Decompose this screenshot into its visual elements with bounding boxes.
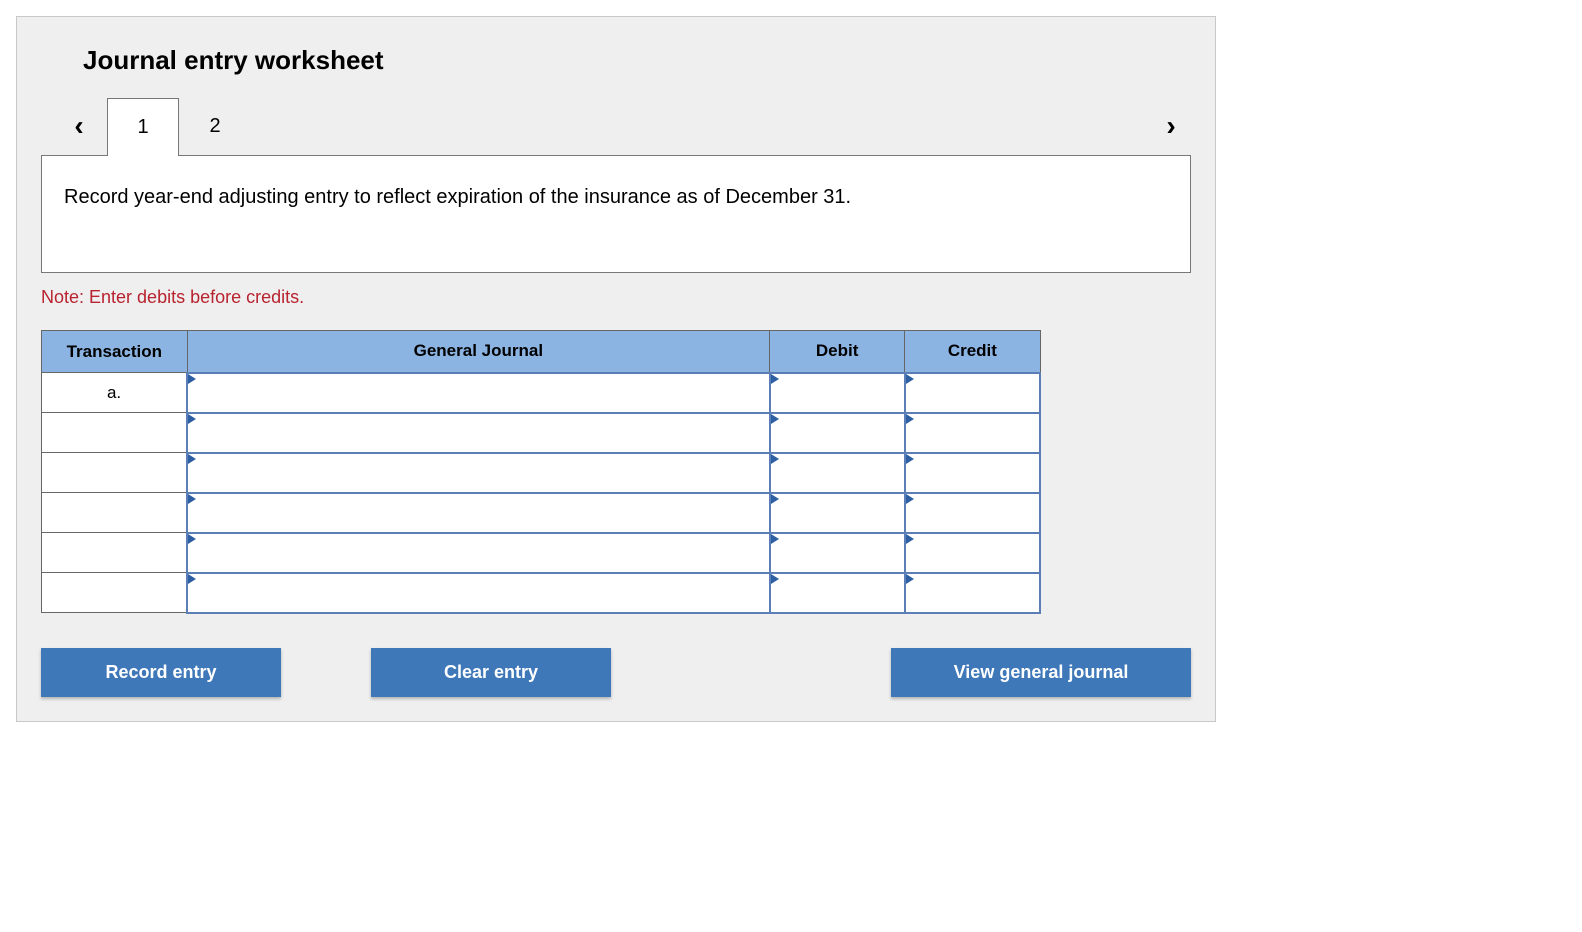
- dropdown-handle-icon: [188, 454, 196, 464]
- prev-arrow-icon[interactable]: ‹: [59, 96, 99, 156]
- dropdown-handle-icon: [771, 534, 779, 544]
- table-row: a.: [42, 373, 1041, 413]
- cell-transaction: [42, 413, 188, 453]
- dropdown-handle-icon: [906, 534, 914, 544]
- worksheet-title: Journal entry worksheet: [83, 45, 1191, 76]
- entry-description: Record year-end adjusting entry to refle…: [41, 155, 1191, 273]
- dropdown-handle-icon: [771, 454, 779, 464]
- dropdown-handle-icon: [906, 454, 914, 464]
- cell-credit[interactable]: [905, 533, 1040, 573]
- header-debit: Debit: [770, 331, 905, 373]
- header-credit: Credit: [905, 331, 1040, 373]
- cell-credit[interactable]: [905, 453, 1040, 493]
- cell-credit[interactable]: [905, 413, 1040, 453]
- cell-debit[interactable]: [770, 533, 905, 573]
- cell-general-journal[interactable]: [187, 533, 769, 573]
- dropdown-handle-icon: [188, 414, 196, 424]
- dropdown-handle-icon: [906, 574, 914, 584]
- cell-debit[interactable]: [770, 413, 905, 453]
- dropdown-handle-icon: [188, 534, 196, 544]
- dropdown-handle-icon: [906, 374, 914, 384]
- table-header-row: Transaction General Journal Debit Credit: [42, 331, 1041, 373]
- table-row: [42, 533, 1041, 573]
- cell-debit[interactable]: [770, 493, 905, 533]
- tab-2[interactable]: 2: [179, 97, 251, 155]
- dropdown-handle-icon: [771, 574, 779, 584]
- journal-entry-worksheet: Journal entry worksheet ‹ 1 2 › Record y…: [16, 16, 1216, 722]
- table-row: [42, 493, 1041, 533]
- cell-general-journal[interactable]: [187, 413, 769, 453]
- next-arrow-icon[interactable]: ›: [1151, 96, 1191, 156]
- dropdown-handle-icon: [771, 494, 779, 504]
- journal-table: Transaction General Journal Debit Credit…: [41, 330, 1041, 614]
- cell-transaction: a.: [42, 373, 188, 413]
- cell-credit[interactable]: [905, 493, 1040, 533]
- dropdown-handle-icon: [188, 574, 196, 584]
- tab-1[interactable]: 1: [107, 98, 179, 156]
- cell-credit[interactable]: [905, 373, 1040, 413]
- tab-row: ‹ 1 2 ›: [41, 96, 1191, 156]
- cell-transaction: [42, 493, 188, 533]
- cell-transaction: [42, 453, 188, 493]
- dropdown-handle-icon: [906, 494, 914, 504]
- cell-debit[interactable]: [770, 573, 905, 613]
- note-text: Note: Enter debits before credits.: [41, 287, 1191, 308]
- cell-transaction: [42, 573, 188, 613]
- table-row: [42, 413, 1041, 453]
- dropdown-handle-icon: [771, 414, 779, 424]
- button-row: Record entry Clear entry View general jo…: [41, 648, 1191, 697]
- table-row: [42, 453, 1041, 493]
- dropdown-handle-icon: [188, 374, 196, 384]
- cell-credit[interactable]: [905, 573, 1040, 613]
- header-general-journal: General Journal: [187, 331, 769, 373]
- cell-debit[interactable]: [770, 453, 905, 493]
- cell-general-journal[interactable]: [187, 373, 769, 413]
- cell-general-journal[interactable]: [187, 453, 769, 493]
- view-general-journal-button[interactable]: View general journal: [891, 648, 1191, 697]
- cell-general-journal[interactable]: [187, 573, 769, 613]
- dropdown-handle-icon: [771, 374, 779, 384]
- header-transaction: Transaction: [42, 331, 188, 373]
- table-row: [42, 573, 1041, 613]
- clear-entry-button[interactable]: Clear entry: [371, 648, 611, 697]
- dropdown-handle-icon: [906, 414, 914, 424]
- cell-debit[interactable]: [770, 373, 905, 413]
- cell-transaction: [42, 533, 188, 573]
- cell-general-journal[interactable]: [187, 493, 769, 533]
- record-entry-button[interactable]: Record entry: [41, 648, 281, 697]
- dropdown-handle-icon: [188, 494, 196, 504]
